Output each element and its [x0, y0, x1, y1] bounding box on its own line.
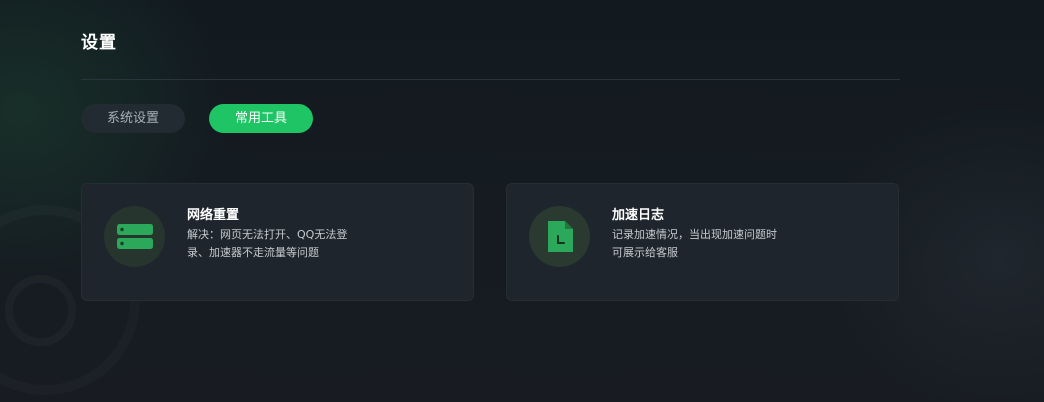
network-reset-icon-wrapper: [104, 206, 165, 267]
acceleration-log-card[interactable]: 加速日志 记录加速情况，当出现加速问题时 可展示给客服: [506, 183, 899, 301]
acceleration-log-title: 加速日志: [612, 208, 665, 223]
tab-system-settings[interactable]: 系统设置: [81, 104, 186, 133]
network-reset-desc-line-2: 录、加速器不走流量等问题: [187, 246, 319, 259]
background-decoration-inner: [5, 275, 76, 346]
network-reset-desc-line-1: 解决：网页无法打开、QQ无法登: [187, 228, 348, 241]
network-reset-card[interactable]: 网络重置 解决：网页无法打开、QQ无法登 录、加速器不走流量等问题: [81, 183, 474, 301]
settings-tabs: 系统设置 常用工具: [81, 104, 314, 133]
acceleration-log-description: 记录加速情况，当出现加速问题时 可展示给客服: [612, 226, 797, 262]
log-file-icon: [548, 221, 573, 252]
acceleration-log-desc-line-2: 可展示给客服: [612, 246, 678, 259]
acceleration-log-icon-wrapper: [529, 206, 590, 267]
tab-common-tools[interactable]: 常用工具: [209, 104, 314, 133]
header-divider: [81, 79, 900, 80]
server-icon: [117, 224, 153, 249]
acceleration-log-desc-line-1: 记录加速情况，当出现加速问题时: [612, 228, 777, 241]
network-reset-title: 网络重置: [187, 208, 240, 223]
page-title: 设置: [81, 33, 117, 53]
network-reset-description: 解决：网页无法打开、QQ无法登 录、加速器不走流量等问题: [187, 226, 372, 262]
